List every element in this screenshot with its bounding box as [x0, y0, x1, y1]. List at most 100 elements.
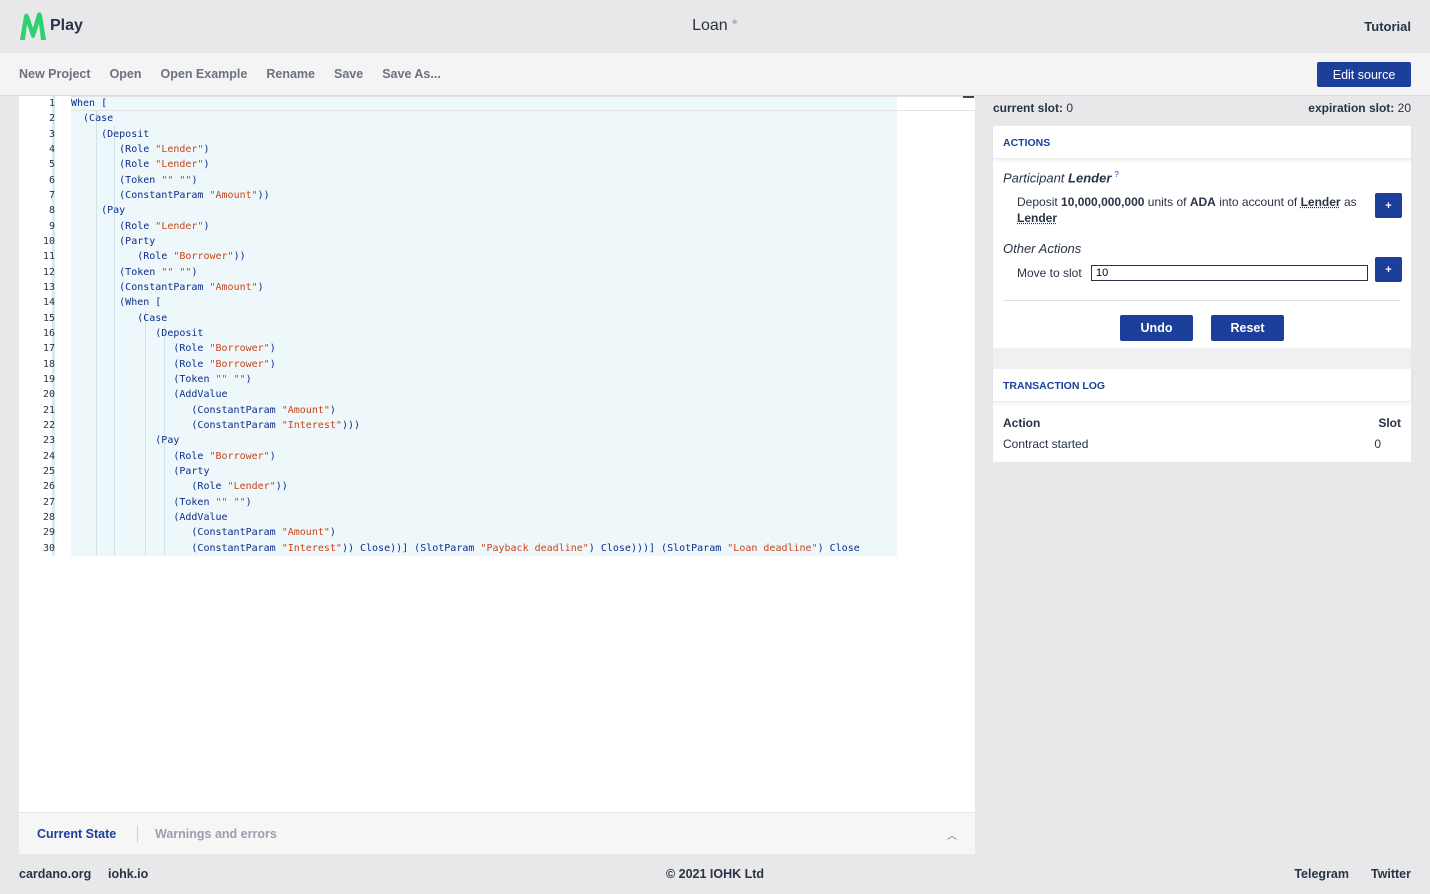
move-to-slot-input[interactable]: [1091, 265, 1368, 281]
code-line: (Role "Lender"): [71, 220, 210, 232]
line-number: 26: [42, 481, 55, 493]
panel-separator: [993, 348, 1411, 369]
code-line: (Case: [71, 312, 168, 324]
save-as-button[interactable]: Save As...: [382, 67, 441, 81]
code-line: (Token "" ""): [71, 266, 198, 278]
deposit-action-description: Deposit 10,000,000,000 units of ADA into…: [1017, 195, 1357, 225]
line-number: 21: [42, 404, 55, 416]
slot-info: current slot: 0 expiration slot: 20: [993, 101, 1411, 115]
current-slot: current slot: 0: [993, 101, 1074, 115]
help-icon[interactable]: ?: [1114, 170, 1118, 179]
line-number: 4: [48, 143, 55, 155]
code-line: (Role "Lender"): [71, 143, 210, 155]
code-line: (Case: [71, 113, 114, 125]
code-line: (Role "Borrower")): [71, 251, 246, 263]
project-name: Loan: [692, 17, 728, 34]
new-project-button[interactable]: New Project: [19, 67, 91, 81]
line-number: 23: [42, 435, 55, 447]
actions-title: ACTIONS: [993, 126, 1411, 159]
line-number: 27: [42, 496, 55, 508]
code-line: (ConstantParam "Interest"))): [71, 419, 360, 431]
line-number: 18: [42, 358, 55, 370]
code-content[interactable]: When [ (Case (Deposit (Role "Lender") (R…: [71, 96, 860, 556]
project-menu: New Project Open Open Example Rename Sav…: [19, 67, 460, 81]
save-button[interactable]: Save: [334, 67, 363, 81]
tab-divider: [137, 825, 138, 843]
code-line: (Deposit: [71, 128, 150, 140]
line-number: 30: [42, 542, 55, 554]
actions-divider: [1003, 300, 1401, 301]
line-number: 16: [42, 327, 55, 339]
code-line: (AddValue: [71, 511, 228, 523]
line-number: 7: [48, 189, 55, 201]
open-button[interactable]: Open: [110, 67, 142, 81]
line-number: 5: [48, 159, 55, 171]
code-line: (ConstantParam "Amount"): [71, 404, 336, 416]
code-line: (Role "Lender"): [71, 159, 210, 171]
iohk-link[interactable]: iohk.io: [108, 867, 148, 881]
tutorial-link[interactable]: Tutorial: [1364, 19, 1411, 34]
line-number: 1: [48, 98, 55, 109]
line-number: 20: [42, 389, 55, 401]
open-example-button[interactable]: Open Example: [161, 67, 248, 81]
apply-move-to-slot-button[interactable]: +: [1375, 257, 1402, 282]
edit-source-button[interactable]: Edit source: [1317, 62, 1411, 87]
telegram-link[interactable]: Telegram: [1294, 867, 1349, 881]
project-title: Loan *: [0, 17, 1430, 35]
code-line: (Token "" ""): [71, 174, 198, 186]
code-line: (Role "Lender")): [71, 481, 288, 493]
chevron-up-icon[interactable]: ︿: [947, 827, 957, 842]
bottom-panel-tabs: Current State Warnings and errors ︿: [19, 812, 975, 854]
move-to-slot-label: Move to slot: [1017, 266, 1082, 280]
line-number: 19: [42, 373, 55, 385]
code-line: (Token "" ""): [71, 496, 252, 508]
code-line: (Deposit: [71, 327, 204, 339]
code-editor[interactable]: 1 2 3 4 5 6 7 8 9 10 11 12 13 14 15 16 17 18 19 20 21 22 23 24 2…: [19, 96, 975, 812]
transaction-log-card: TRANSACTION LOG Action Slot Contract sta…: [993, 369, 1411, 462]
code-line: (Token "" ""): [71, 373, 252, 385]
code-line: (ConstantParam "Amount"): [71, 281, 264, 293]
line-number: 28: [42, 511, 55, 523]
log-header-row: Action Slot: [1003, 416, 1401, 430]
tab-warnings-and-errors[interactable]: Warnings and errors: [155, 827, 277, 841]
line-number: 25: [42, 465, 55, 477]
transaction-log-title: TRANSACTION LOG: [993, 369, 1411, 402]
unsaved-marker: *: [731, 17, 738, 34]
rename-button[interactable]: Rename: [266, 67, 315, 81]
actions-card: ACTIONS Participant Lender? Deposit 10,0…: [993, 126, 1411, 348]
tab-current-state[interactable]: Current State: [37, 827, 116, 841]
reset-button[interactable]: Reset: [1211, 315, 1284, 341]
table-row: Contract started 0: [1003, 437, 1381, 451]
code-line: (Role "Borrower"): [71, 343, 276, 355]
expiration-slot: expiration slot: 20: [1308, 101, 1411, 115]
line-number: 10: [42, 235, 55, 247]
cardano-link[interactable]: cardano.org: [19, 867, 91, 881]
code-line: (Party: [71, 465, 210, 477]
undo-button[interactable]: Undo: [1120, 315, 1193, 341]
code-line: When [: [71, 98, 108, 109]
line-number: 2: [48, 113, 55, 125]
code-line: (Pay: [71, 205, 126, 217]
code-line: (ConstantParam "Interest")) Close))] (Sl…: [71, 542, 860, 554]
line-number: 11: [42, 251, 55, 263]
line-number: 9: [48, 220, 55, 232]
code-line: (AddValue: [71, 389, 228, 401]
line-number: 29: [42, 527, 55, 539]
footer: cardano.org iohk.io © 2021 IOHK Ltd Tele…: [0, 854, 1430, 894]
line-number: 6: [48, 174, 55, 186]
other-actions-heading: Other Actions: [1003, 241, 1082, 256]
apply-deposit-button[interactable]: +: [1375, 193, 1402, 218]
line-number: 14: [42, 297, 55, 309]
line-number: 3: [48, 128, 55, 140]
line-number: 24: [42, 450, 55, 462]
code-line: (ConstantParam "Amount")): [71, 189, 270, 201]
line-number-gutter: 1 2 3 4 5 6 7 8 9 10 11 12 13 14 15 16 17 18 19 20 21 22 23 24 2…: [19, 96, 55, 556]
line-number: 15: [42, 312, 55, 324]
code-line: (Role "Borrower"): [71, 450, 276, 462]
code-line: (ConstantParam "Amount"): [71, 527, 336, 539]
code-line: (When [: [71, 297, 162, 309]
project-menu-bar: New Project Open Open Example Rename Sav…: [0, 53, 1430, 96]
twitter-link[interactable]: Twitter: [1371, 867, 1411, 881]
top-bar: Play Loan * Tutorial: [0, 0, 1430, 53]
code-line: (Pay: [71, 435, 180, 447]
